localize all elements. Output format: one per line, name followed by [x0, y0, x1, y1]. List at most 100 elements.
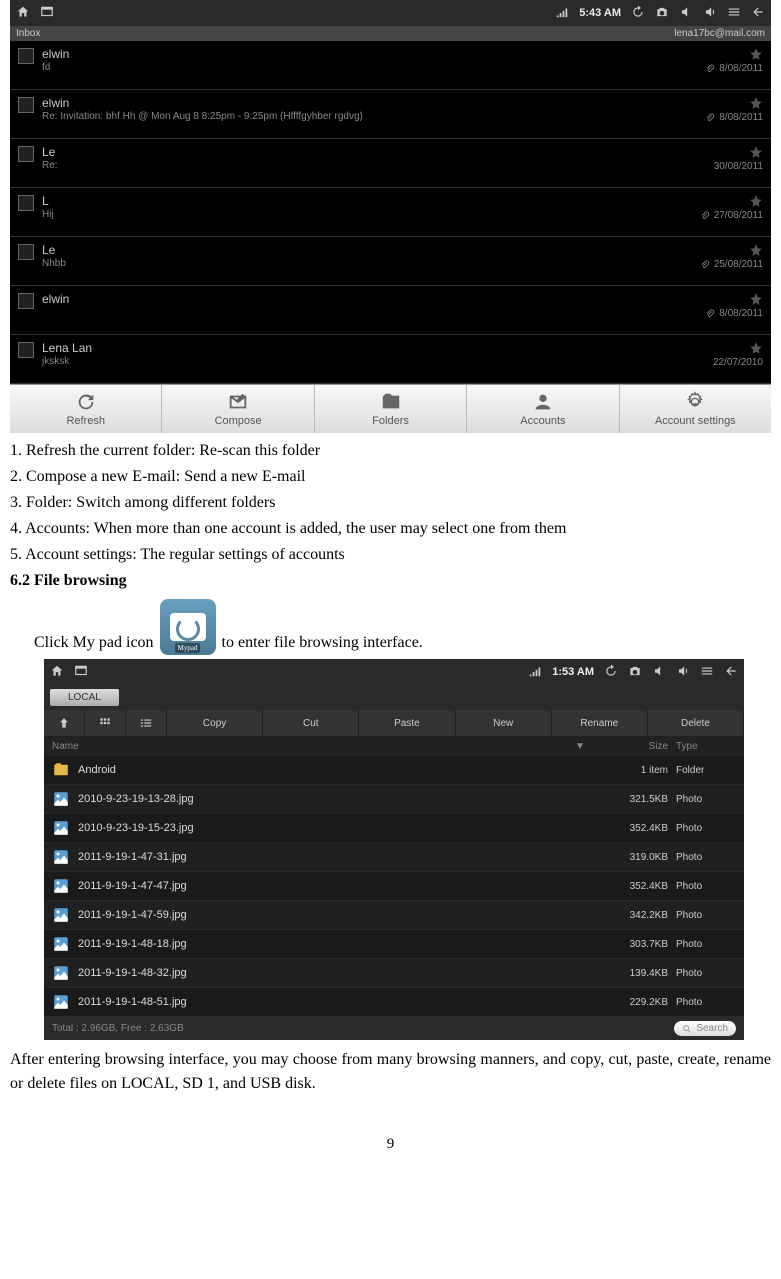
- back-icon[interactable]: [751, 5, 765, 22]
- file-row[interactable]: 2010-9-23-19-13-28.jpg321.5KBPhoto: [44, 785, 744, 814]
- header-name[interactable]: Name: [52, 741, 572, 752]
- email-item[interactable]: LHij27/08/2011: [10, 188, 771, 237]
- attachment-icon: [705, 113, 715, 123]
- volume-up-icon[interactable]: [703, 5, 717, 22]
- tab-local[interactable]: LOCAL: [50, 689, 119, 706]
- checkbox[interactable]: [18, 244, 34, 260]
- file-row[interactable]: Android1 itemFolder: [44, 756, 744, 785]
- star-icon[interactable]: [749, 292, 763, 306]
- checkbox[interactable]: [18, 146, 34, 162]
- file-list: Android1 itemFolder2010-9-23-19-13-28.jp…: [44, 756, 744, 1017]
- attachment-icon: [700, 211, 710, 221]
- toolbar-accounts[interactable]: Accounts: [467, 385, 619, 433]
- status-bar: 5:43 AM: [10, 0, 771, 26]
- camera-icon[interactable]: [628, 664, 642, 681]
- checkbox[interactable]: [18, 97, 34, 113]
- email-item[interactable]: LeRe:30/08/2011: [10, 139, 771, 188]
- search-input[interactable]: Search: [674, 1021, 736, 1036]
- toolbar-account-settings[interactable]: Account settings: [620, 385, 771, 433]
- file-name: Android: [78, 764, 588, 776]
- toolbar-folders[interactable]: Folders: [315, 385, 467, 433]
- subject: Nhbb: [42, 258, 700, 269]
- email-item[interactable]: elwinRe: Invitation: bhf Hh @ Mon Aug 8 …: [10, 90, 771, 139]
- attachment-icon: [705, 64, 715, 74]
- toolbar-refresh[interactable]: Refresh: [10, 385, 162, 433]
- action-copy[interactable]: Copy: [167, 710, 263, 736]
- checkbox[interactable]: [18, 48, 34, 64]
- up-icon[interactable]: [44, 710, 85, 736]
- email-item[interactable]: Lena Lanjksksk22/07/2010: [10, 335, 771, 384]
- file-type: Photo: [668, 881, 736, 892]
- menu-icon[interactable]: [727, 5, 741, 22]
- action-rename[interactable]: Rename: [552, 710, 648, 736]
- list-icon[interactable]: [126, 710, 167, 736]
- menu-icon[interactable]: [700, 664, 714, 681]
- action-delete[interactable]: Delete: [648, 710, 744, 736]
- star-icon[interactable]: [749, 47, 763, 61]
- file-type: Photo: [668, 997, 736, 1008]
- file-headers: Name ▼ Size Type: [44, 737, 744, 756]
- photo-icon: [52, 790, 70, 808]
- star-icon[interactable]: [749, 96, 763, 110]
- photo-icon: [52, 935, 70, 953]
- section-heading: 6.2 File browsing: [10, 569, 771, 593]
- file-name: 2011-9-19-1-48-32.jpg: [78, 967, 588, 979]
- home-icon[interactable]: [16, 5, 30, 22]
- back-icon[interactable]: [724, 664, 738, 681]
- action-cut[interactable]: Cut: [263, 710, 359, 736]
- volume-up-icon[interactable]: [676, 664, 690, 681]
- star-icon[interactable]: [749, 243, 763, 257]
- clock: 5:43 AM: [579, 7, 621, 19]
- camera-icon[interactable]: [655, 5, 669, 22]
- star-icon[interactable]: [749, 194, 763, 208]
- photo-icon: [52, 993, 70, 1011]
- sender: Le: [42, 243, 700, 257]
- file-row[interactable]: 2011-9-19-1-47-59.jpg342.2KBPhoto: [44, 901, 744, 930]
- volume-down-icon[interactable]: [652, 664, 666, 681]
- star-icon[interactable]: [749, 341, 763, 355]
- file-row[interactable]: 2011-9-19-1-48-51.jpg229.2KBPhoto: [44, 988, 744, 1017]
- file-size: 352.4KB: [588, 881, 668, 892]
- date: 8/08/2011: [719, 308, 763, 319]
- folder-icon: [52, 761, 70, 779]
- file-size: 303.7KB: [588, 939, 668, 950]
- file-row[interactable]: 2011-9-19-1-47-47.jpg352.4KBPhoto: [44, 872, 744, 901]
- home-icon[interactable]: [50, 664, 64, 681]
- photo-icon: [52, 906, 70, 924]
- refresh-icon[interactable]: [604, 664, 618, 681]
- file-row[interactable]: 2011-9-19-1-47-31.jpg319.0KBPhoto: [44, 843, 744, 872]
- file-size: 342.2KB: [588, 910, 668, 921]
- email-item[interactable]: elwin8/08/2011: [10, 286, 771, 335]
- sort-icon[interactable]: ▼: [572, 741, 588, 752]
- instruction-item: 5. Account settings: The regular setting…: [10, 543, 771, 567]
- window-icon[interactable]: [40, 5, 54, 22]
- attachment-icon: [700, 260, 710, 270]
- header-type[interactable]: Type: [668, 741, 736, 752]
- window-icon[interactable]: [74, 664, 88, 681]
- instruction-item: 1. Refresh the current folder: Re-scan t…: [10, 439, 771, 463]
- sender: elwin: [42, 47, 705, 61]
- star-icon[interactable]: [749, 145, 763, 159]
- checkbox[interactable]: [18, 342, 34, 358]
- inbox-label: Inbox: [16, 28, 40, 39]
- file-size: 229.2KB: [588, 997, 668, 1008]
- header-size[interactable]: Size: [588, 741, 668, 752]
- file-name: 2011-9-19-1-48-18.jpg: [78, 938, 588, 950]
- toolbar-compose[interactable]: Compose: [162, 385, 314, 433]
- checkbox[interactable]: [18, 195, 34, 211]
- file-row[interactable]: 2011-9-19-1-48-32.jpg139.4KBPhoto: [44, 959, 744, 988]
- checkbox[interactable]: [18, 293, 34, 309]
- action-paste[interactable]: Paste: [359, 710, 455, 736]
- email-item[interactable]: LeNhbb25/08/2011: [10, 237, 771, 286]
- action-new[interactable]: New: [456, 710, 552, 736]
- file-row[interactable]: 2011-9-19-1-48-18.jpg303.7KBPhoto: [44, 930, 744, 959]
- email-app-screenshot: 5:43 AM Inbox lena17bc@mail.com elwinfd8…: [10, 0, 771, 433]
- email-item[interactable]: elwinfd8/08/2011: [10, 41, 771, 90]
- file-type: Photo: [668, 910, 736, 921]
- instruction-item: 4. Accounts: When more than one account …: [10, 517, 771, 541]
- file-row[interactable]: 2010-9-23-19-15-23.jpg352.4KBPhoto: [44, 814, 744, 843]
- volume-down-icon[interactable]: [679, 5, 693, 22]
- refresh-icon[interactable]: [631, 5, 645, 22]
- grid-icon[interactable]: [85, 710, 126, 736]
- file-size: 1 item: [588, 765, 668, 776]
